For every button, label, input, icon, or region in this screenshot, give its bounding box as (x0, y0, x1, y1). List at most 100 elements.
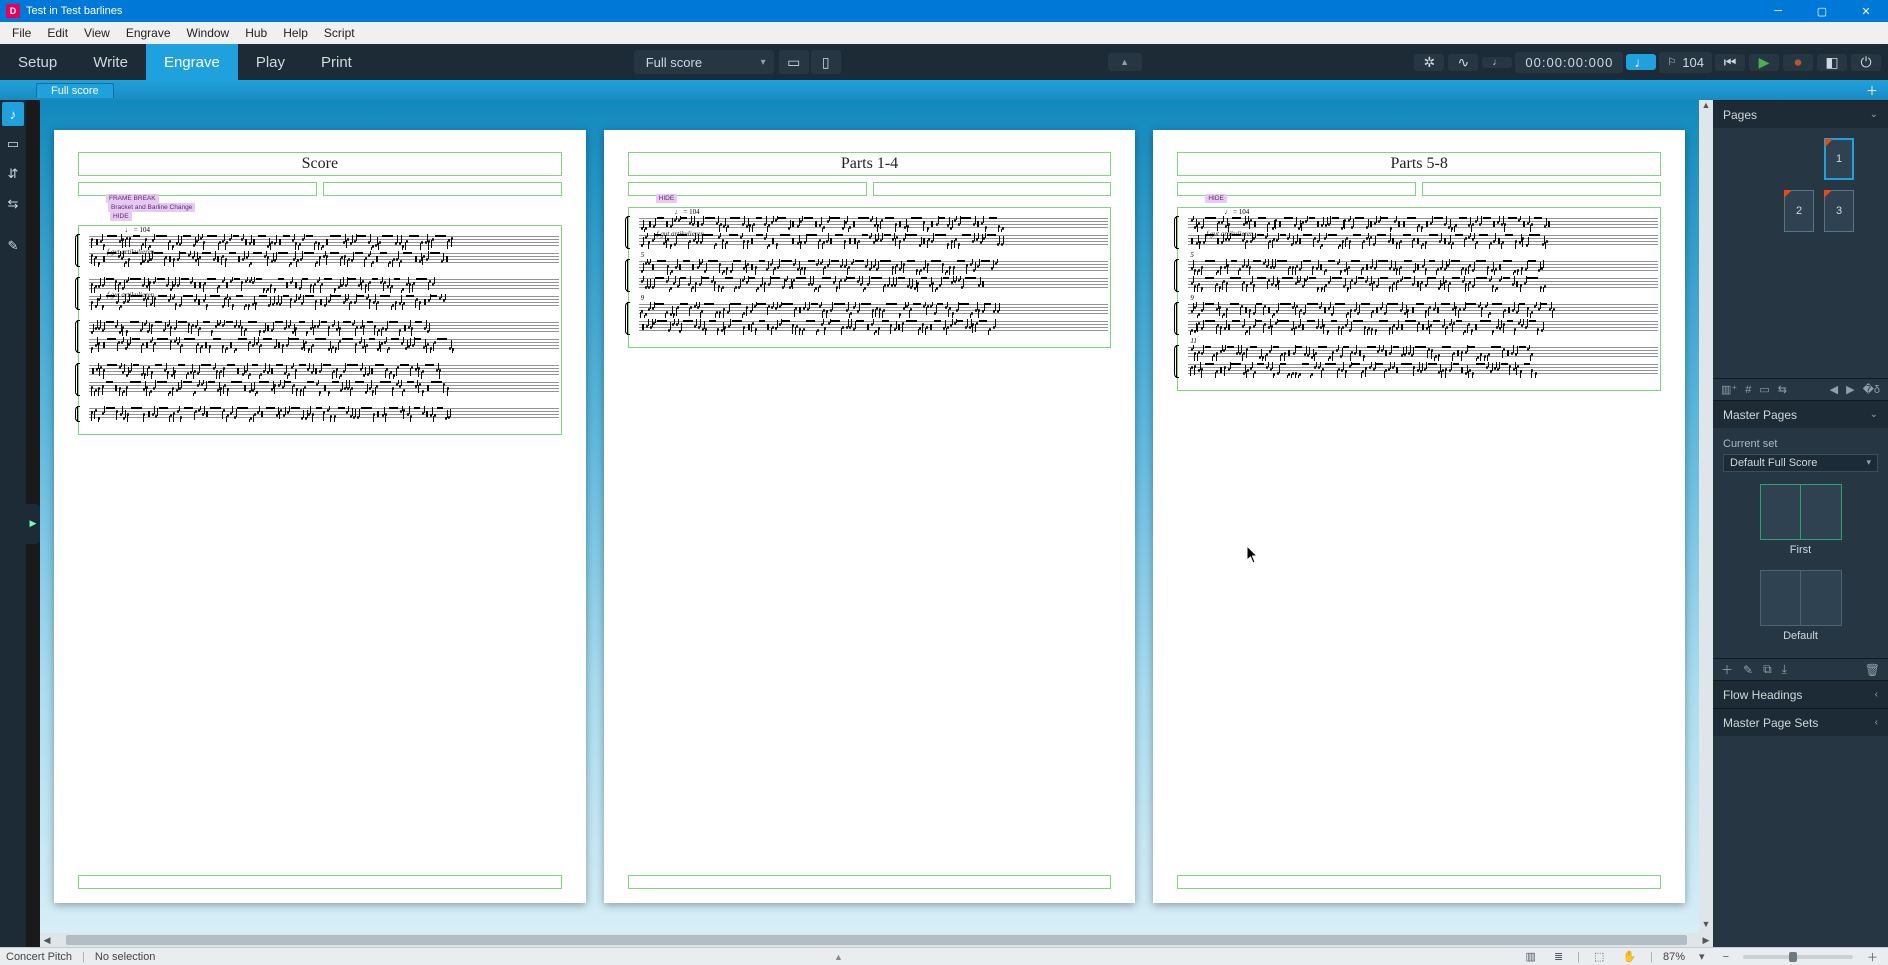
page-back-button[interactable]: ◀ (1830, 383, 1838, 396)
zoom-in-button[interactable]: ＋ (1863, 949, 1882, 965)
add-document-tab-button[interactable]: ＋ (1856, 82, 1888, 99)
edit-tool[interactable]: ✎ (2, 234, 24, 258)
zoom-dropdown[interactable]: ▾ (1695, 950, 1709, 963)
footer-frame[interactable] (1177, 875, 1661, 889)
staff[interactable] (89, 406, 559, 422)
click-button[interactable]: ◧ (1817, 54, 1847, 71)
mode-play[interactable]: Play (238, 44, 303, 80)
signpost[interactable]: Bracket and Barline Change (108, 203, 195, 212)
window-maximize-button[interactable]: ▢ (1800, 0, 1844, 22)
window-close-button[interactable]: ✕ (1844, 0, 1888, 22)
staff[interactable]: 9 (1188, 302, 1658, 318)
score-page[interactable]: Parts 5-8HIDE♩ = 104f gut artikulieren59… (1153, 130, 1685, 903)
signpost[interactable]: HIDE (656, 194, 678, 203)
signpost[interactable]: HIDE (1205, 194, 1227, 203)
record-button[interactable]: ⏺ (1783, 54, 1813, 71)
score-page[interactable]: Score FRAME BREAKBracket and Barline Chan… (54, 130, 586, 903)
mixer-button[interactable]: ∿ (1448, 54, 1478, 71)
mode-write[interactable]: Write (75, 44, 146, 80)
page-number-change-button[interactable]: # (1745, 384, 1751, 396)
rewind-button[interactable]: ⏮ (1715, 54, 1745, 71)
import-master-page-button[interactable]: ⤓ (1782, 662, 1787, 677)
duplicate-master-page-button[interactable]: ⧉ (1763, 662, 1772, 677)
menu-view[interactable]: View (76, 24, 118, 42)
menu-file[interactable]: File (4, 24, 39, 42)
staff[interactable] (1188, 362, 1658, 378)
page-view-button[interactable]: ▥ (1522, 950, 1540, 963)
music-frame[interactable]: ♩ = 104f gut artikulierenf gut artikulie… (78, 225, 562, 435)
staff[interactable] (1188, 319, 1658, 335)
menu-hub[interactable]: Hub (237, 24, 275, 42)
hand-tool-button[interactable]: ✋ (1618, 950, 1640, 963)
master-page-thumb[interactable] (1760, 484, 1842, 540)
insert-master-page-button[interactable]: ▭ (1759, 383, 1769, 396)
left-panel-expand-button[interactable]: ▶ (26, 504, 40, 544)
power-button[interactable]: ⏻ (1851, 54, 1881, 71)
pages-section-header[interactable]: Pages ⌄ (1713, 100, 1888, 128)
score-canvas[interactable]: Score FRAME BREAKBracket and Barline Chan… (40, 100, 1699, 933)
staff[interactable] (89, 294, 559, 310)
menu-script[interactable]: Script (316, 24, 363, 42)
graphic-editing-tool[interactable]: ♪ (2, 102, 24, 126)
page-thumb[interactable]: 2 (1784, 190, 1814, 232)
footer-frame[interactable] (628, 875, 1112, 889)
mode-engrave[interactable]: Engrave (146, 44, 238, 80)
staff[interactable] (1188, 233, 1658, 249)
music-frame[interactable]: ♩ = 104f gut artikulieren5911 (1177, 207, 1661, 391)
staff[interactable]: f gut artikulieren (89, 234, 559, 250)
menu-help[interactable]: Help (275, 24, 316, 42)
staff[interactable] (89, 337, 559, 353)
workspace-collapse-toggle[interactable]: ▲ (1108, 53, 1142, 71)
horizontal-scrollbar[interactable]: ◀▶ (40, 933, 1713, 947)
note-spacing-tool[interactable]: ⇆ (2, 192, 24, 216)
vertical-scrollbar[interactable]: ▲▼ (1699, 100, 1713, 933)
view-single-page-button[interactable]: ▭ (779, 50, 809, 74)
master-page-thumb[interactable] (1760, 570, 1842, 626)
staff-spacing-tool[interactable]: ⇵ (2, 162, 24, 186)
fixed-tempo-toggle[interactable]: ♩ (1626, 54, 1656, 70)
page-thumb[interactable]: 3 (1824, 190, 1854, 232)
status-collapse-toggle[interactable]: ▲ (834, 952, 843, 962)
staff[interactable] (89, 363, 559, 379)
footer-frame[interactable] (78, 875, 562, 889)
page-title-frame[interactable]: Parts 1-4 (628, 152, 1112, 176)
staff[interactable]: f gut artikulieren (639, 216, 1109, 232)
zoom-slider[interactable] (1743, 955, 1853, 959)
page-title-frame[interactable]: Parts 5-8 (1177, 152, 1661, 176)
layout-selector[interactable]: Full score (634, 50, 774, 74)
staff[interactable]: 9 (639, 302, 1109, 318)
flow-headings-section-header[interactable]: Flow Headings ‹ (1713, 680, 1888, 708)
staff[interactable] (89, 320, 559, 336)
swap-pages-button[interactable]: ⇆ (1778, 383, 1787, 396)
staff[interactable] (89, 251, 559, 267)
frames-tool[interactable]: ▭ (2, 132, 24, 156)
music-frame[interactable]: ♩ = 104f gut artikulieren59 (628, 207, 1112, 348)
pitch-mode-indicator[interactable]: Concert Pitch (6, 951, 72, 963)
document-tab-full-score[interactable]: Full score (36, 83, 114, 98)
page-thumb[interactable]: 1 (1824, 138, 1854, 180)
signpost[interactable]: HIDE (110, 212, 132, 221)
page-forward-button[interactable]: ▶ (1846, 383, 1854, 396)
staff[interactable]: 11 (1188, 345, 1658, 361)
staff[interactable]: 5 (1188, 259, 1658, 275)
staff[interactable] (639, 319, 1109, 335)
staff[interactable]: 5 (639, 259, 1109, 275)
staff[interactable] (89, 380, 559, 396)
edit-page-button[interactable]: �δ (1863, 383, 1880, 396)
zoom-out-button[interactable]: − (1719, 951, 1733, 963)
marquee-tool-button[interactable]: ⬚ (1590, 950, 1608, 963)
galley-view-button[interactable]: ≣ (1550, 950, 1567, 963)
mode-setup[interactable]: Setup (0, 44, 75, 80)
staff[interactable]: f gut artikulieren (1188, 216, 1658, 232)
mode-print[interactable]: Print (303, 44, 370, 80)
signpost[interactable]: FRAME BREAK (106, 194, 159, 203)
staff[interactable] (639, 276, 1109, 292)
new-master-page-button[interactable]: ＋ (1721, 661, 1733, 678)
edit-master-page-button[interactable]: ✎ (1743, 663, 1753, 677)
page-title-frame[interactable]: Score (78, 152, 562, 176)
staff[interactable] (639, 233, 1109, 249)
current-set-select[interactable]: Default Full Score (1723, 454, 1878, 472)
delete-master-page-button[interactable]: 🗑 (1865, 663, 1880, 677)
view-spread-button[interactable]: ▯ (811, 50, 841, 74)
tempo-readout[interactable]: ⚐ 104 (1659, 52, 1712, 73)
